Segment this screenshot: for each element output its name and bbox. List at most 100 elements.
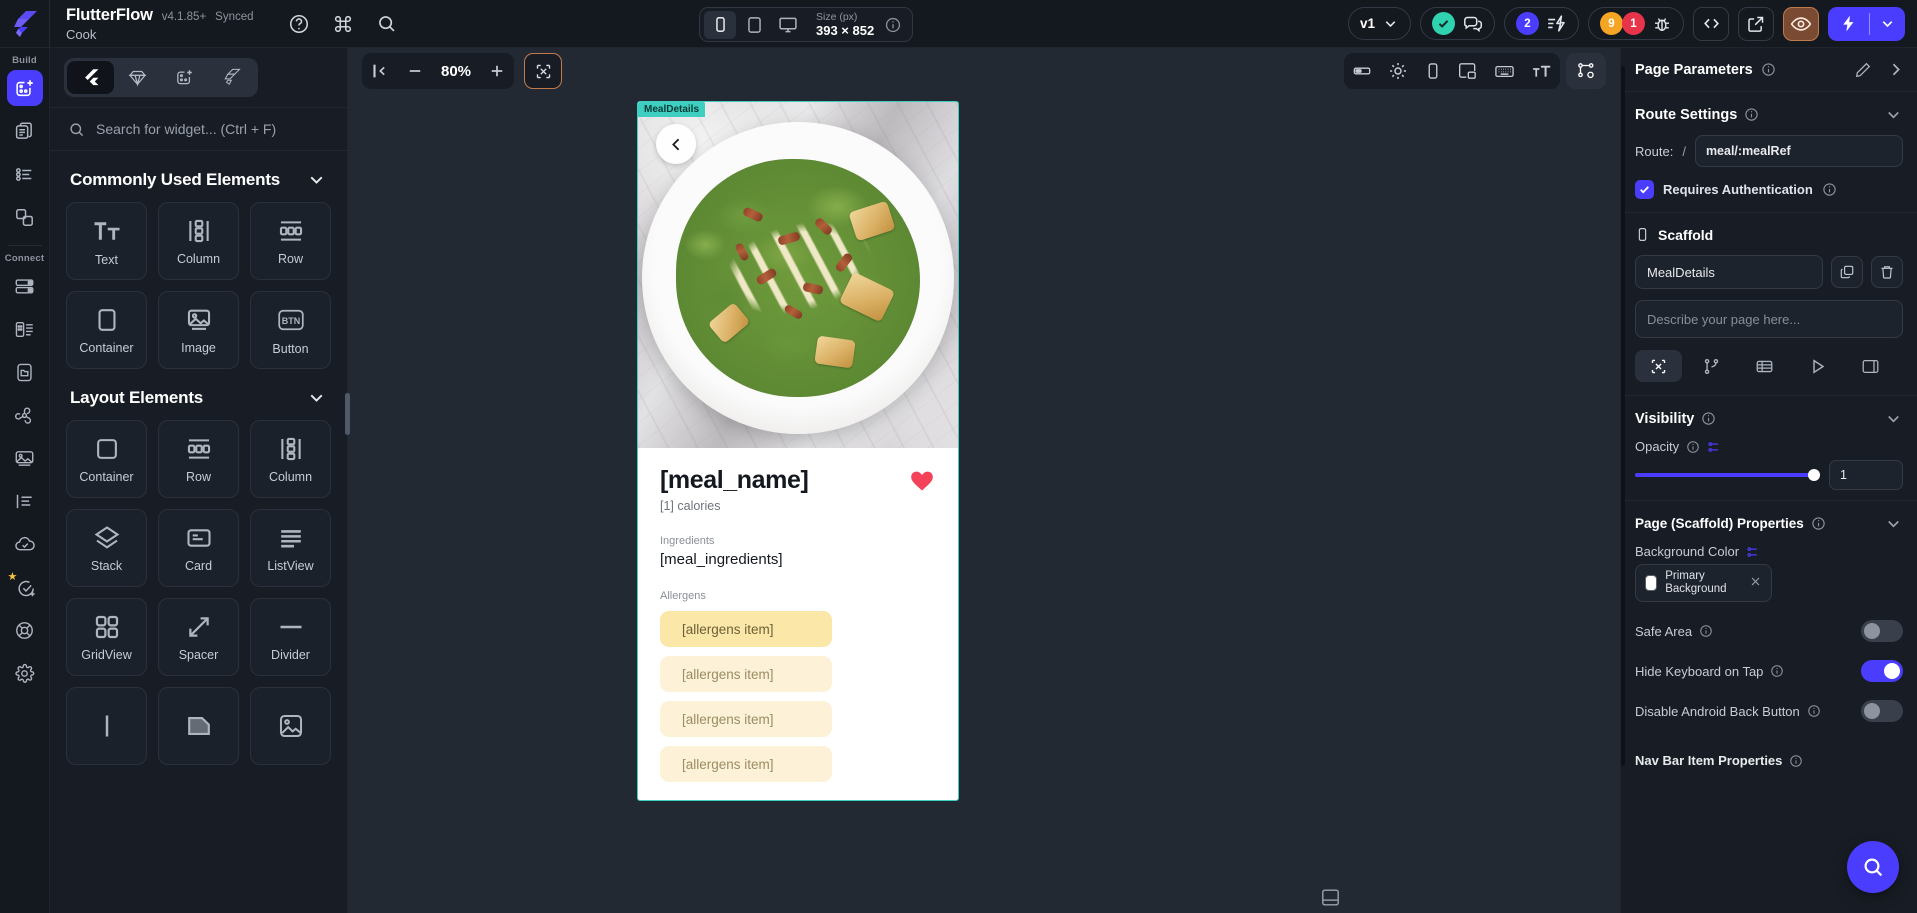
requires-auth-info-icon[interactable] bbox=[1822, 182, 1837, 197]
clear-color-button[interactable] bbox=[1749, 575, 1762, 592]
search-fab[interactable] bbox=[1847, 841, 1899, 893]
nav-bar-info-icon[interactable] bbox=[1789, 754, 1803, 768]
meal-hero-image[interactable] bbox=[638, 102, 958, 448]
allergens-label[interactable]: Allergens bbox=[660, 590, 936, 602]
widget-card-button[interactable]: BTN Button bbox=[250, 291, 331, 369]
page-description-input[interactable]: Describe your page here... bbox=[1635, 300, 1903, 338]
theme-brightness-button[interactable] bbox=[1380, 53, 1416, 89]
widget-card-column-layout[interactable]: Column bbox=[250, 420, 331, 498]
widget-card-column[interactable]: Column bbox=[158, 202, 239, 280]
meal-name-text[interactable]: [meal_name] bbox=[660, 466, 809, 495]
opacity-slider[interactable] bbox=[1635, 469, 1820, 481]
sidebar-item-firestore[interactable] bbox=[7, 268, 43, 304]
disable-back-toggle[interactable] bbox=[1861, 700, 1903, 722]
favorite-button[interactable] bbox=[908, 468, 936, 494]
collapse-panel-button[interactable] bbox=[362, 53, 398, 89]
route-settings-header[interactable]: Route Settings bbox=[1635, 105, 1903, 135]
widget-card-divider[interactable]: Divider bbox=[250, 598, 331, 676]
status-comments-group[interactable] bbox=[1420, 7, 1495, 40]
route-settings-info-icon[interactable] bbox=[1744, 107, 1759, 122]
sidebar-item-api-calls[interactable] bbox=[7, 397, 43, 433]
safe-area-info-icon[interactable] bbox=[1699, 624, 1713, 638]
route-input[interactable]: meal/:mealRef bbox=[1694, 135, 1903, 167]
widget-card-vertical-divider[interactable] bbox=[66, 687, 147, 765]
widget-card-card[interactable]: Card bbox=[158, 509, 239, 587]
help-button[interactable] bbox=[284, 9, 314, 39]
global-search-button[interactable] bbox=[372, 9, 402, 39]
tab-flutter-widgets[interactable] bbox=[67, 61, 114, 94]
device-desktop-button[interactable] bbox=[772, 11, 804, 39]
widget-card-stack[interactable]: Stack bbox=[66, 509, 147, 587]
scaffold-properties-info-icon[interactable] bbox=[1811, 516, 1826, 531]
widget-card-spacer[interactable]: Spacer bbox=[158, 598, 239, 676]
sidebar-item-widget-tree[interactable] bbox=[7, 156, 43, 192]
sidebar-item-tests[interactable]: ★ bbox=[7, 569, 43, 605]
opacity-slider-knob[interactable] bbox=[1808, 469, 1820, 481]
keyboard-toggle-button[interactable] bbox=[1486, 53, 1523, 89]
sidebar-item-theme-text[interactable] bbox=[7, 483, 43, 519]
route-settings-chevron[interactable] bbox=[1884, 105, 1903, 124]
widget-card-placeholder[interactable] bbox=[250, 687, 331, 765]
run-options-chevron[interactable] bbox=[1870, 15, 1905, 32]
hide-keyboard-info-icon[interactable] bbox=[1770, 664, 1784, 678]
sidebar-item-media-assets[interactable] bbox=[7, 440, 43, 476]
device-preview-frame[interactable]: [meal_name] [1] calories Ingredients [me… bbox=[637, 101, 959, 801]
disable-back-info-icon[interactable] bbox=[1807, 704, 1821, 718]
opacity-value-input[interactable]: 1 bbox=[1829, 460, 1903, 490]
widget-card-image[interactable]: Image bbox=[158, 291, 239, 369]
bottom-sheet-button[interactable] bbox=[1320, 887, 1341, 913]
visibility-header[interactable]: Visibility bbox=[1635, 409, 1903, 439]
tab-actions[interactable] bbox=[1688, 350, 1735, 382]
tab-properties[interactable] bbox=[1635, 350, 1682, 382]
run-app-button[interactable] bbox=[1828, 6, 1905, 41]
device-size-info-icon[interactable] bbox=[884, 16, 902, 34]
command-palette-button[interactable] bbox=[328, 9, 358, 39]
allergen-item[interactable]: [allergens item] bbox=[660, 701, 832, 737]
view-code-button[interactable] bbox=[1693, 6, 1729, 41]
page-name-tag[interactable]: MealDetails bbox=[638, 102, 706, 117]
allergen-item[interactable]: [allergens item] bbox=[660, 611, 832, 647]
app-logo[interactable] bbox=[0, 0, 50, 48]
widget-card-text[interactable]: Text bbox=[66, 202, 147, 280]
branch-selector[interactable]: v1 bbox=[1347, 7, 1411, 40]
device-frame-button[interactable] bbox=[1416, 53, 1450, 89]
section-header-layout-elements[interactable]: Layout Elements bbox=[66, 369, 331, 420]
device-tablet-button[interactable] bbox=[738, 11, 770, 39]
selection-tool-button[interactable] bbox=[524, 53, 562, 89]
sidebar-item-deploy[interactable] bbox=[7, 612, 43, 648]
opacity-info-icon[interactable] bbox=[1686, 440, 1700, 454]
device-phone-button[interactable] bbox=[704, 10, 736, 39]
calories-text[interactable]: [1] calories bbox=[660, 499, 936, 513]
section-header-commonly-used[interactable]: Commonly Used Elements bbox=[66, 151, 331, 202]
scaffold-properties-header[interactable]: Page (Scaffold) Properties bbox=[1635, 514, 1903, 544]
widget-card-gridview[interactable]: GridView bbox=[66, 598, 147, 676]
opacity-set-variable-icon[interactable] bbox=[1707, 440, 1721, 454]
diagnostics-button[interactable]: 9 1 bbox=[1588, 7, 1684, 40]
back-button[interactable] bbox=[656, 124, 696, 164]
safe-area-toggle[interactable] bbox=[1861, 620, 1903, 642]
widget-settings-button[interactable] bbox=[1566, 53, 1606, 89]
widget-list-scroll[interactable]: Commonly Used Elements Text Column Row C… bbox=[50, 151, 347, 913]
requires-auth-checkbox[interactable] bbox=[1635, 180, 1654, 199]
zoom-out-button[interactable] bbox=[398, 53, 432, 89]
tab-backend-query[interactable] bbox=[1741, 350, 1788, 382]
preview-mode-button[interactable] bbox=[1783, 6, 1819, 41]
widget-card-container[interactable]: Container bbox=[66, 291, 147, 369]
properties-scrollbar[interactable] bbox=[1621, 66, 1625, 766]
status-bar-toggle-button[interactable] bbox=[1344, 53, 1380, 89]
scaffold-properties-chevron[interactable] bbox=[1884, 514, 1903, 533]
requires-auth-row[interactable]: Requires Authentication bbox=[1635, 180, 1903, 212]
sidebar-item-app-state[interactable] bbox=[7, 311, 43, 347]
visibility-chevron[interactable] bbox=[1884, 409, 1903, 428]
tab-custom-widgets[interactable] bbox=[161, 61, 208, 94]
tab-marketplace[interactable] bbox=[208, 61, 255, 94]
sidebar-item-components[interactable] bbox=[7, 199, 43, 235]
background-color-chip[interactable]: Primary Background bbox=[1635, 564, 1772, 602]
duplicate-page-button[interactable] bbox=[1831, 256, 1863, 288]
edit-parameters-button[interactable] bbox=[1854, 61, 1872, 79]
allergen-item[interactable]: [allergens item] bbox=[660, 746, 832, 782]
widget-card-container-layout[interactable]: Container bbox=[66, 420, 147, 498]
tab-ui-kits[interactable] bbox=[114, 61, 161, 94]
ingredients-label[interactable]: Ingredients bbox=[660, 535, 936, 547]
share-button[interactable] bbox=[1738, 6, 1774, 41]
